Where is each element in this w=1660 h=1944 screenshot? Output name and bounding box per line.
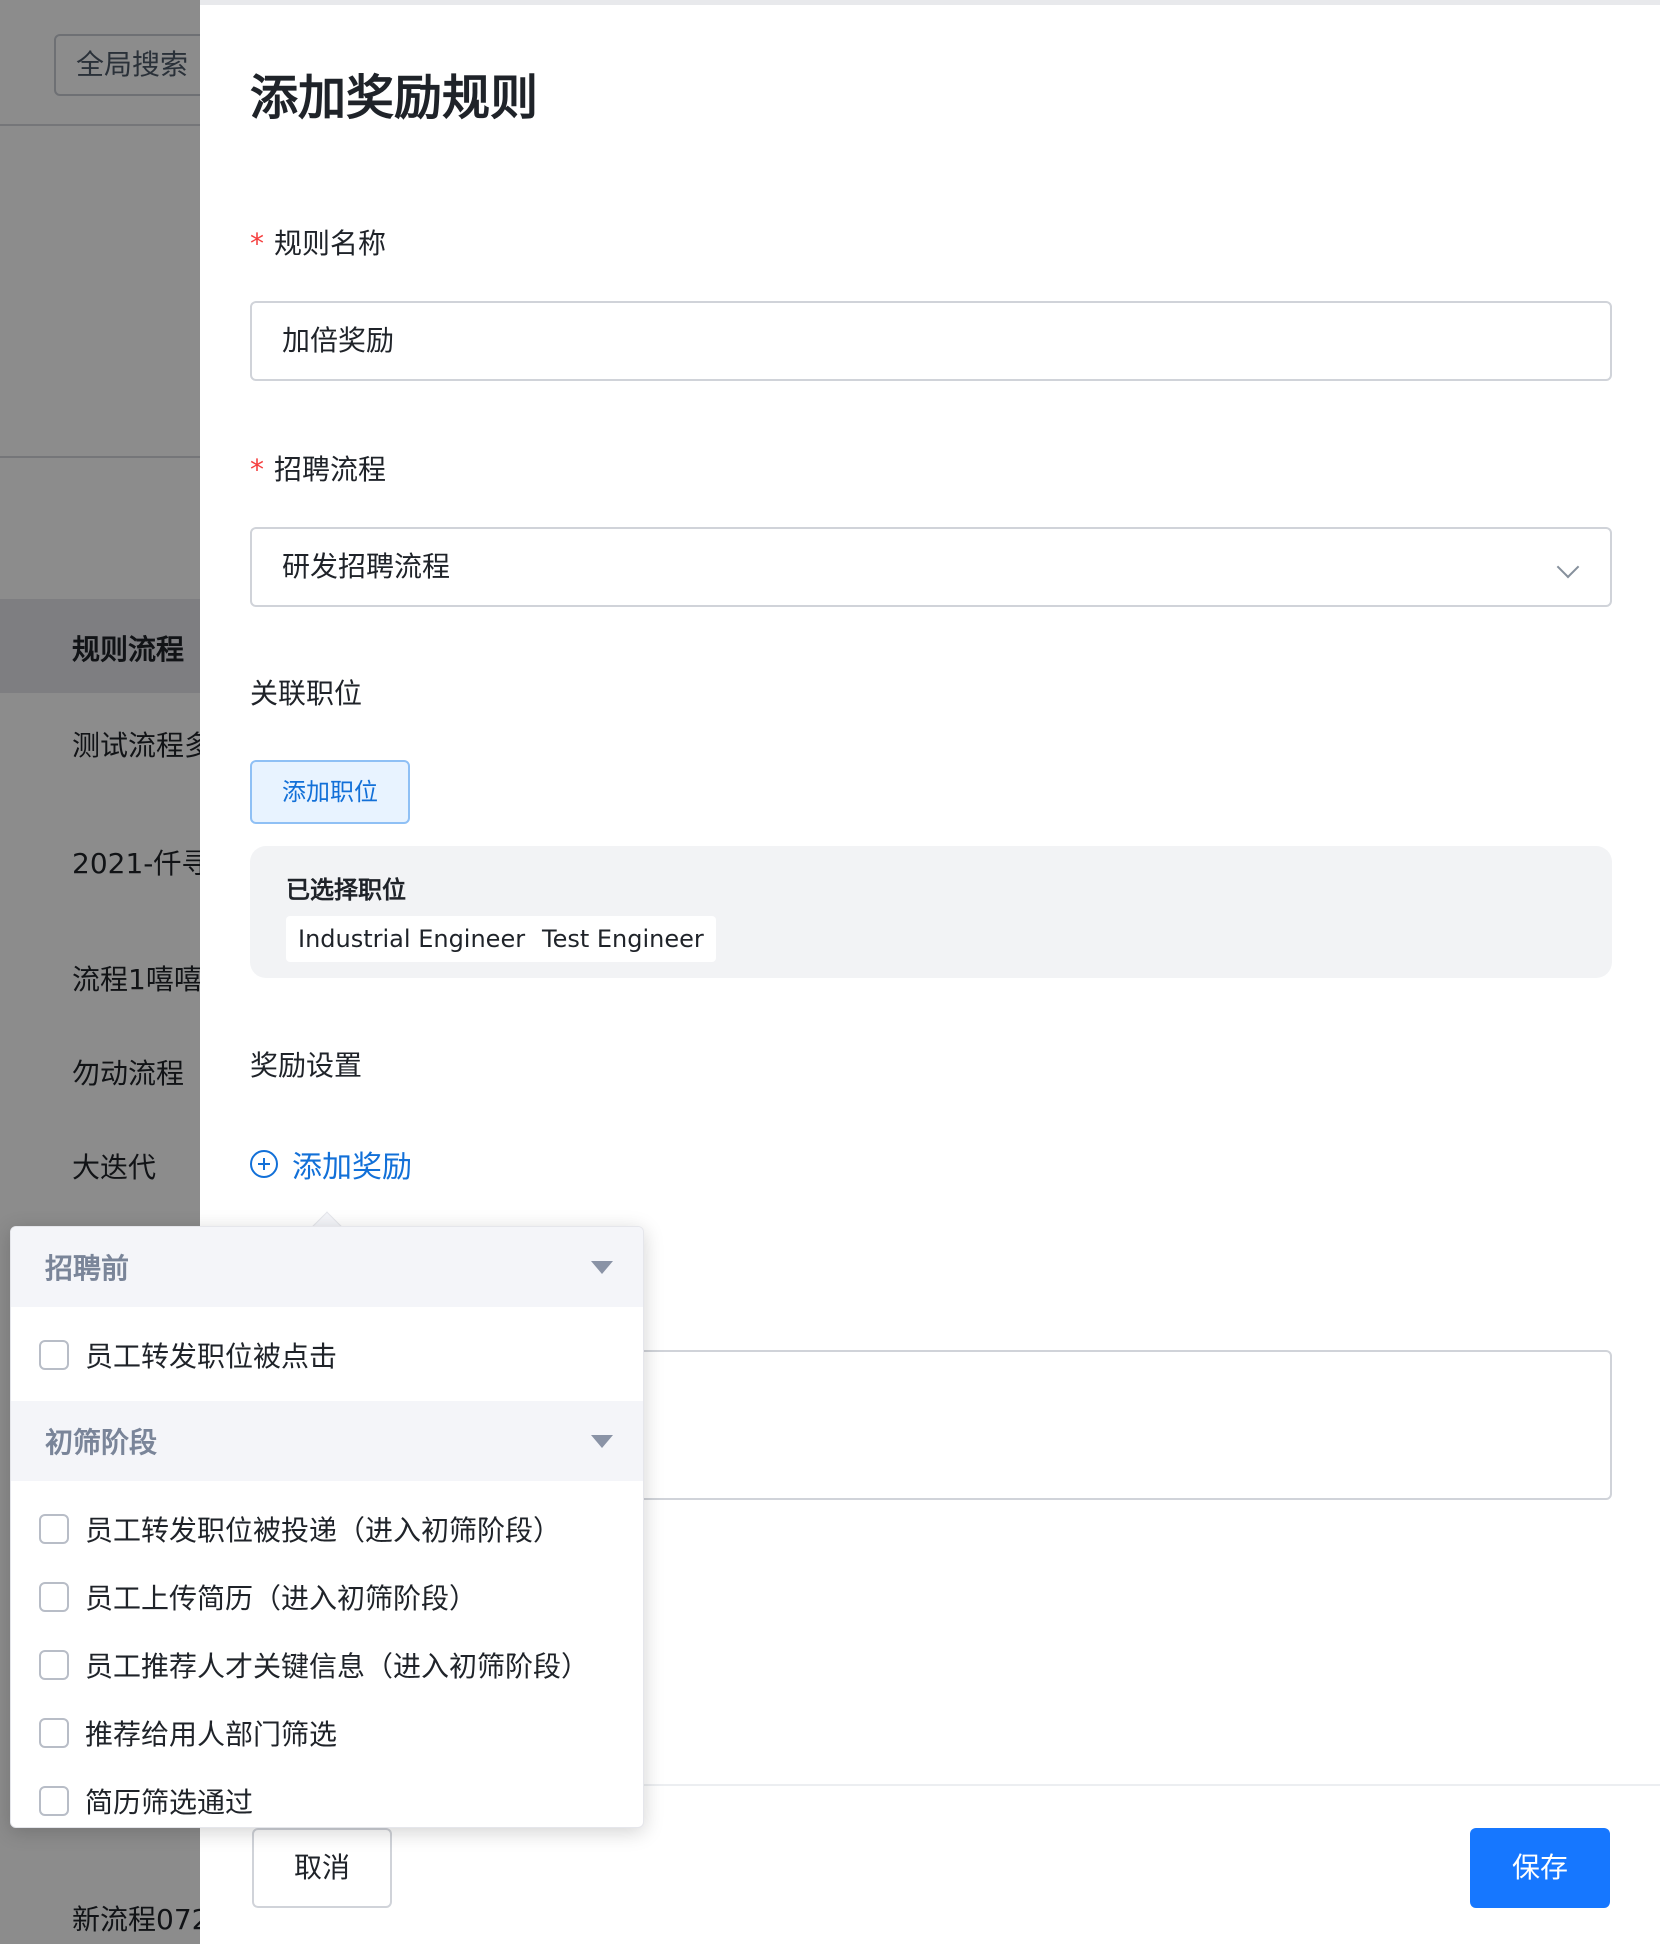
caret-down-icon (591, 1261, 613, 1274)
option-item[interactable]: 员工转发职位被投递（进入初筛阶段） (39, 1509, 561, 1549)
option-label: 员工上传简历（进入初筛阶段） (85, 1582, 478, 1615)
process-label: * 招聘流程 (250, 453, 387, 486)
group-label: 招聘前 (45, 1252, 130, 1285)
option-label: 员工转发职位被点击 (85, 1340, 338, 1373)
option-item[interactable]: 员工推荐人才关键信息（进入初筛阶段） (39, 1645, 589, 1685)
option-item[interactable]: 推荐给用人部门筛选 (39, 1713, 337, 1753)
option-label: 简历筛选通过 (85, 1786, 254, 1819)
option-item[interactable]: 简历筛选通过 (39, 1781, 253, 1821)
checkbox[interactable] (39, 1786, 69, 1816)
group-header-pre-recruit[interactable]: 招聘前 (11, 1227, 643, 1307)
checkbox[interactable] (39, 1514, 69, 1544)
checkbox[interactable] (39, 1340, 69, 1370)
add-position-button[interactable]: 添加职位 (250, 760, 410, 824)
cancel-button[interactable]: 取消 (252, 1828, 392, 1908)
reward-settings-label: 奖励设置 (250, 1049, 363, 1082)
option-label: 员工推荐人才关键信息（进入初筛阶段） (85, 1650, 590, 1683)
option-item[interactable]: 员工转发职位被点击 (39, 1335, 337, 1375)
rule-name-label: * 规则名称 (250, 227, 387, 260)
process-select[interactable]: 研发招聘流程 (250, 527, 1612, 607)
option-label: 推荐给用人部门筛选 (85, 1718, 338, 1751)
position-tag: Test Engineer (530, 916, 716, 962)
drawer-title: 添加奖励规则 (250, 70, 539, 126)
selected-positions-panel: 已选择职位 Industrial Engineer Test Engineer (250, 846, 1612, 978)
positions-label: 关联职位 (250, 677, 363, 710)
drawer-top-border (200, 0, 1660, 5)
add-reward-label: 添加奖励 (292, 1150, 412, 1185)
selected-positions-title: 已选择职位 (286, 876, 406, 904)
save-button[interactable]: 保存 (1470, 1828, 1610, 1908)
rule-name-input[interactable]: 加倍奖励 (250, 301, 1612, 381)
checkbox[interactable] (39, 1718, 69, 1748)
plus-circle-icon (250, 1150, 278, 1178)
caret-down-icon (591, 1435, 613, 1448)
required-asterisk: * (250, 453, 264, 486)
position-tag: Industrial Engineer (286, 916, 538, 962)
option-item[interactable]: 员工上传简历（进入初筛阶段） (39, 1577, 477, 1617)
add-reward-link[interactable]: 添加奖励 (250, 1142, 412, 1186)
process-select-value: 研发招聘流程 (282, 550, 451, 583)
checkbox[interactable] (39, 1650, 69, 1680)
option-label: 员工转发职位被投递（进入初筛阶段） (85, 1514, 562, 1547)
group-header-screening[interactable]: 初筛阶段 (11, 1401, 643, 1481)
checkbox[interactable] (39, 1582, 69, 1612)
reward-type-dropdown: 招聘前 员工转发职位被点击 初筛阶段 员工转发职位被投递（进入初筛阶段） 员工上… (10, 1226, 644, 1828)
required-asterisk: * (250, 227, 264, 260)
group-label: 初筛阶段 (45, 1426, 158, 1459)
chevron-down-icon (1556, 555, 1580, 579)
